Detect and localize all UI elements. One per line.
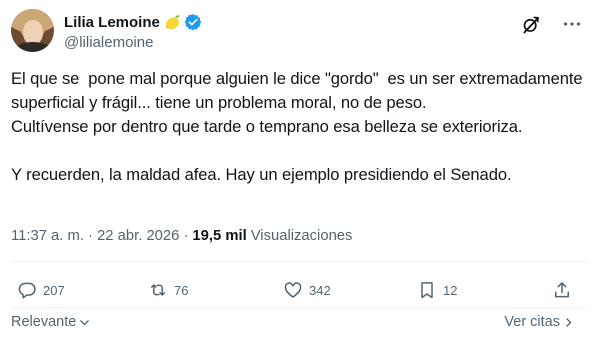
share-button[interactable]	[552, 271, 572, 309]
tweet-text: El que se pone mal porque alguien le dic…	[11, 69, 583, 184]
view-quotes-label: Ver citas	[504, 314, 560, 330]
action-bar: 207 76 342 12	[11, 271, 587, 309]
chevron-right-icon	[566, 317, 572, 327]
lemon-icon	[164, 14, 181, 31]
chevron-down-icon	[80, 319, 90, 325]
reply-count: 207	[43, 282, 65, 298]
like-button[interactable]: 342	[283, 271, 331, 309]
reply-sort-label: Relevante	[11, 314, 77, 330]
bookmark-button[interactable]: 12	[417, 271, 457, 309]
heart-icon	[284, 282, 302, 298]
repost-button[interactable]: 76	[148, 271, 188, 309]
share-icon	[555, 282, 569, 298]
replies-bar: Relevante Ver citas	[11, 312, 587, 334]
repost-icon	[151, 284, 165, 296]
tweet-timestamp[interactable]: 11:37 a. m. · 22 abr. 2026 ·	[11, 228, 188, 244]
views-label: Visualizaciones	[250, 228, 353, 244]
avatar[interactable]	[11, 9, 54, 52]
bookmark-icon	[421, 282, 433, 299]
repost-count: 76	[174, 282, 189, 298]
views-count: 19,5 mil	[192, 228, 247, 244]
tweet-meta: 11:37 a. m. · 22 abr. 2026 · 19,5 mil Vi…	[11, 228, 352, 244]
author-display-name[interactable]: Lilia Lemoine	[64, 14, 160, 31]
reply-sort-dropdown[interactable]: Relevante	[11, 314, 91, 330]
bookmark-count: 12	[443, 282, 458, 298]
reply-icon	[18, 282, 36, 299]
view-quotes-link[interactable]: Ver citas	[504, 314, 575, 330]
author-name-line: Lilia Lemoine	[64, 12, 202, 32]
author-handle[interactable]: @lilialemoine	[64, 34, 153, 51]
like-count: 342	[309, 282, 331, 298]
verified-badge-icon[interactable]	[184, 13, 202, 31]
avatar-shoulder	[13, 42, 53, 52]
tweet-header: Lilia Lemoine @lilialemoine	[11, 9, 587, 55]
more-options-icon[interactable]	[561, 13, 583, 35]
divider-top	[11, 261, 587, 262]
reply-button[interactable]: 207	[17, 271, 65, 309]
grok-icon[interactable]	[521, 15, 541, 35]
divider-bottom	[11, 307, 587, 308]
